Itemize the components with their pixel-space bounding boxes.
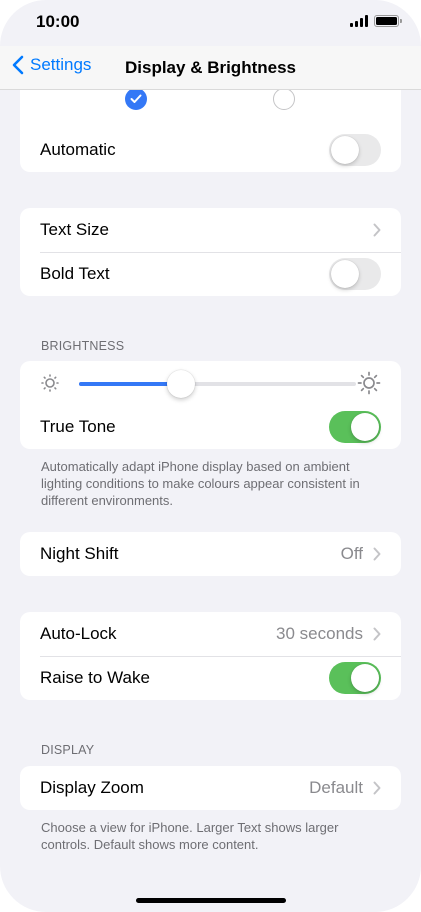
- sun-small-icon: [41, 374, 59, 392]
- status-bar: 10:00: [0, 0, 421, 46]
- lock-group: Auto-Lock 30 seconds Raise to Wake: [20, 612, 401, 700]
- true-tone-label: True Tone: [40, 417, 116, 436]
- display-group: Display Zoom Default: [20, 766, 401, 810]
- bold-text-row: Bold Text: [20, 252, 401, 296]
- automatic-label: Automatic: [40, 140, 116, 159]
- night-shift-group: Night Shift Off: [20, 532, 401, 576]
- chevron-right-icon: [373, 781, 381, 795]
- light-mode-radio[interactable]: [125, 88, 147, 110]
- checkmark-icon: [130, 94, 142, 103]
- page-title: Display & Brightness: [125, 58, 296, 77]
- raise-to-wake-label: Raise to Wake: [40, 668, 150, 687]
- night-shift-label: Night Shift: [40, 544, 119, 563]
- phone-screen: 10:00 Settings Display & Brightness Auto…: [0, 0, 421, 912]
- dark-mode-radio[interactable]: [273, 88, 295, 110]
- text-size-label: Text Size: [40, 220, 109, 239]
- automatic-toggle[interactable]: [329, 134, 381, 166]
- bold-text-toggle[interactable]: [329, 258, 381, 290]
- text-settings-group: Text Size Bold Text: [20, 208, 401, 296]
- navigation-bar: Settings Display & Brightness: [0, 46, 421, 90]
- night-shift-value: Off: [340, 544, 363, 563]
- cellular-signal-icon: [350, 15, 368, 27]
- brightness-slider-row: [20, 361, 401, 405]
- display-header: DISPLAY: [41, 743, 95, 757]
- auto-lock-row[interactable]: Auto-Lock 30 seconds: [20, 612, 401, 656]
- bold-text-label: Bold Text: [40, 264, 110, 283]
- display-zoom-footer: Choose a view for iPhone. Larger Text sh…: [41, 820, 339, 852]
- auto-lock-value: 30 seconds: [276, 624, 363, 643]
- automatic-row: Automatic: [20, 128, 401, 172]
- night-shift-row[interactable]: Night Shift Off: [20, 532, 401, 576]
- chevron-right-icon: [373, 547, 381, 561]
- display-zoom-row[interactable]: Display Zoom Default: [20, 766, 401, 810]
- display-zoom-label: Display Zoom: [40, 778, 144, 797]
- text-size-row[interactable]: Text Size: [20, 208, 401, 252]
- brightness-slider-fill: [79, 382, 182, 386]
- display-zoom-value: Default: [309, 778, 363, 797]
- brightness-group: True Tone: [20, 361, 401, 449]
- auto-lock-label: Auto-Lock: [40, 624, 117, 643]
- raise-to-wake-toggle[interactable]: [329, 662, 381, 694]
- battery-icon: [374, 15, 402, 27]
- true-tone-row: True Tone: [20, 405, 401, 449]
- status-icons: [350, 15, 402, 27]
- true-tone-footer: Automatically adapt iPhone display based…: [41, 459, 360, 508]
- brightness-slider-knob[interactable]: [167, 370, 196, 398]
- status-time: 10:00: [36, 12, 80, 31]
- raise-to-wake-row: Raise to Wake: [20, 656, 401, 700]
- brightness-header: BRIGHTNESS: [41, 339, 125, 353]
- sun-large-icon: [357, 371, 381, 395]
- chevron-right-icon: [373, 223, 381, 237]
- chevron-right-icon: [373, 627, 381, 641]
- brightness-slider[interactable]: [79, 370, 356, 398]
- home-indicator[interactable]: [136, 898, 286, 903]
- true-tone-toggle[interactable]: [329, 411, 381, 443]
